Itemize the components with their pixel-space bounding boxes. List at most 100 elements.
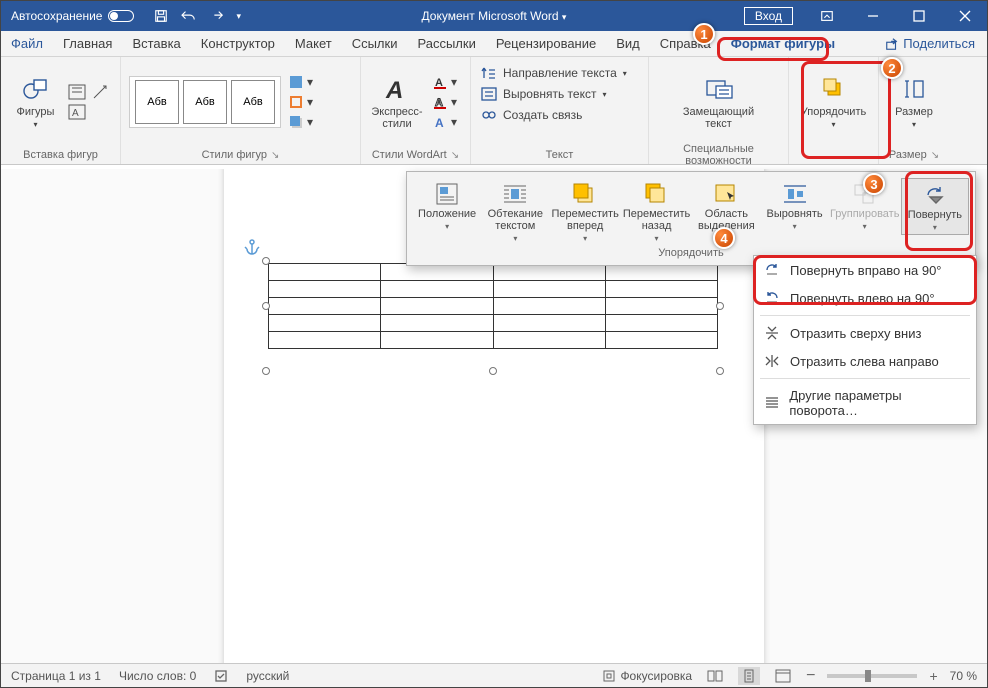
shapes-button[interactable]: Фигуры ▾ xyxy=(9,74,62,129)
undo-icon[interactable] xyxy=(180,9,198,23)
read-mode-icon[interactable] xyxy=(704,667,726,685)
style-preset[interactable]: Абв xyxy=(135,80,179,124)
menu-flip-horizontal[interactable]: Отразить слева направо xyxy=(754,347,976,375)
wrap-icon xyxy=(502,182,528,206)
bring-forward-button[interactable]: Переместить вперед▾ xyxy=(549,178,620,245)
autosave-label: Автосохранение xyxy=(11,9,102,23)
group-text: Направление текста ▾ Выровнять текст ▾ С… xyxy=(471,57,649,164)
close-button[interactable] xyxy=(943,1,987,31)
tab-file[interactable]: Файл xyxy=(1,31,53,56)
align-button[interactable]: Выровнять▾ xyxy=(760,178,828,233)
resize-handle[interactable] xyxy=(262,302,270,310)
maximize-button[interactable] xyxy=(897,1,941,31)
selected-shape[interactable] xyxy=(268,263,718,349)
focus-icon xyxy=(602,669,616,683)
style-preset[interactable]: Абв xyxy=(231,80,275,124)
send-backward-button[interactable]: Переместить назад▾ xyxy=(621,178,692,245)
zoom-out-button[interactable]: − xyxy=(806,667,815,685)
style-preset[interactable]: Абв xyxy=(183,80,227,124)
menu-rotate-right-90[interactable]: Повернуть вправо на 90° xyxy=(754,256,976,284)
edit-shape-icon[interactable] xyxy=(92,84,110,100)
group-accessibility: Замещающий текст Специальные возможности xyxy=(649,57,789,164)
menu-flip-vertical[interactable]: Отразить сверху вниз xyxy=(754,319,976,347)
tab-references[interactable]: Ссылки xyxy=(342,31,408,56)
resize-handle[interactable] xyxy=(262,257,270,265)
group-wordart: A Экспресс- стили A▾ A▾ A▾ Стили WordArt… xyxy=(361,57,471,164)
tab-home[interactable]: Главная xyxy=(53,31,122,56)
menu-more-rotation[interactable]: Другие параметры поворота… xyxy=(754,382,976,424)
text-direction-button[interactable]: Направление текста ▾ xyxy=(477,65,631,81)
fill-icon xyxy=(289,75,303,89)
share-button[interactable]: Поделиться xyxy=(873,31,987,56)
dialog-launcher-icon[interactable]: ↘ xyxy=(271,150,279,161)
status-page[interactable]: Страница 1 из 1 xyxy=(11,669,101,683)
zoom-in-button[interactable]: + xyxy=(929,668,937,684)
status-words[interactable]: Число слов: 0 xyxy=(119,669,196,683)
style-gallery[interactable]: Абв Абв Абв xyxy=(129,76,281,128)
shapes-icon xyxy=(22,77,50,101)
login-button[interactable]: Вход xyxy=(744,7,793,25)
text-effects-button[interactable]: A▾ xyxy=(429,114,461,130)
shape-fill-button[interactable]: ▾ xyxy=(285,74,317,90)
tab-review[interactable]: Рецензирование xyxy=(486,31,606,56)
document-title: Документ Microsoft Word ▾ xyxy=(422,9,567,23)
text-outline-button[interactable]: A▾ xyxy=(429,94,461,110)
resize-handle[interactable] xyxy=(489,367,497,375)
backward-icon xyxy=(644,182,670,206)
tab-insert[interactable]: Вставка xyxy=(122,31,190,56)
ribbon: Фигуры ▾ A Вставка фигур Абв Абв Абв ▾ ▾ xyxy=(1,57,987,165)
position-button[interactable]: Положение▾ xyxy=(413,178,481,233)
text-outline-icon: A xyxy=(433,95,447,109)
quick-access-toolbar: ▾ xyxy=(154,9,241,23)
resize-handle[interactable] xyxy=(262,367,270,375)
dialog-launcher-icon[interactable]: ↘ xyxy=(451,150,459,161)
textbox2-icon[interactable]: A xyxy=(68,104,86,120)
arrange-dropdown-panel: Положение▾ Обтекание текстом▾ Переместит… xyxy=(406,171,976,266)
textbox-icon[interactable] xyxy=(68,84,86,100)
ribbon-tabs: Файл Главная Вставка Конструктор Макет С… xyxy=(1,31,987,57)
share-icon xyxy=(885,37,899,51)
align-text-button[interactable]: Выровнять текст ▾ xyxy=(477,86,611,102)
zoom-level[interactable]: 70 % xyxy=(950,669,977,683)
rotate-button[interactable]: Повернуть▾ xyxy=(901,178,969,235)
web-layout-icon[interactable] xyxy=(772,667,794,685)
redo-icon[interactable] xyxy=(210,9,224,23)
zoom-slider[interactable] xyxy=(827,674,917,678)
resize-handle[interactable] xyxy=(716,367,724,375)
group-arrange: Упорядочить ▾ xyxy=(789,57,879,164)
quick-styles-button[interactable]: A Экспресс- стили xyxy=(369,74,425,130)
svg-text:A: A xyxy=(72,108,79,119)
wrap-text-button[interactable]: Обтекание текстом▾ xyxy=(481,178,549,245)
focus-mode-button[interactable]: Фокусировка xyxy=(602,669,692,683)
dialog-launcher-icon[interactable]: ↘ xyxy=(931,150,939,161)
tab-layout[interactable]: Макет xyxy=(285,31,342,56)
print-layout-icon[interactable] xyxy=(738,667,760,685)
save-icon[interactable] xyxy=(154,9,168,23)
tab-mailings[interactable]: Рассылки xyxy=(407,31,485,56)
status-language[interactable]: русский xyxy=(246,669,289,683)
shape-outline-button[interactable]: ▾ xyxy=(285,94,317,110)
group-insert-shapes: Фигуры ▾ A Вставка фигур xyxy=(1,57,121,164)
minimize-button[interactable] xyxy=(851,1,895,31)
shape-effects-button[interactable]: ▾ xyxy=(285,114,317,130)
create-link-button[interactable]: Создать связь xyxy=(477,107,586,123)
shapes-gallery[interactable]: A xyxy=(66,82,112,122)
resize-handle[interactable] xyxy=(716,302,724,310)
tab-design[interactable]: Конструктор xyxy=(191,31,285,56)
group-label: Стили WordArt xyxy=(372,149,447,161)
selection-pane-button[interactable]: Область выделения xyxy=(692,178,760,234)
size-button[interactable]: Размер ▾ xyxy=(887,74,941,129)
autosave-toggle[interactable]: Автосохранение xyxy=(1,9,144,23)
tab-shape-format[interactable]: Формат фигуры xyxy=(721,31,845,56)
group-label: Специальные возможности xyxy=(649,146,788,164)
menu-rotate-left-90[interactable]: Повернуть влево на 90° xyxy=(754,284,976,312)
alt-text-button[interactable]: Замещающий текст xyxy=(674,74,764,130)
arrange-button[interactable]: Упорядочить ▾ xyxy=(797,74,870,129)
text-fill-button[interactable]: A▾ xyxy=(429,74,461,90)
ribbon-display-icon[interactable] xyxy=(805,1,849,31)
status-proofing-icon[interactable] xyxy=(214,669,228,683)
status-bar: Страница 1 из 1 Число слов: 0 русский Фо… xyxy=(1,663,987,687)
qat-dropdown-icon[interactable]: ▾ xyxy=(236,11,241,22)
tab-view[interactable]: Вид xyxy=(606,31,650,56)
group-label: Размер xyxy=(889,149,927,161)
